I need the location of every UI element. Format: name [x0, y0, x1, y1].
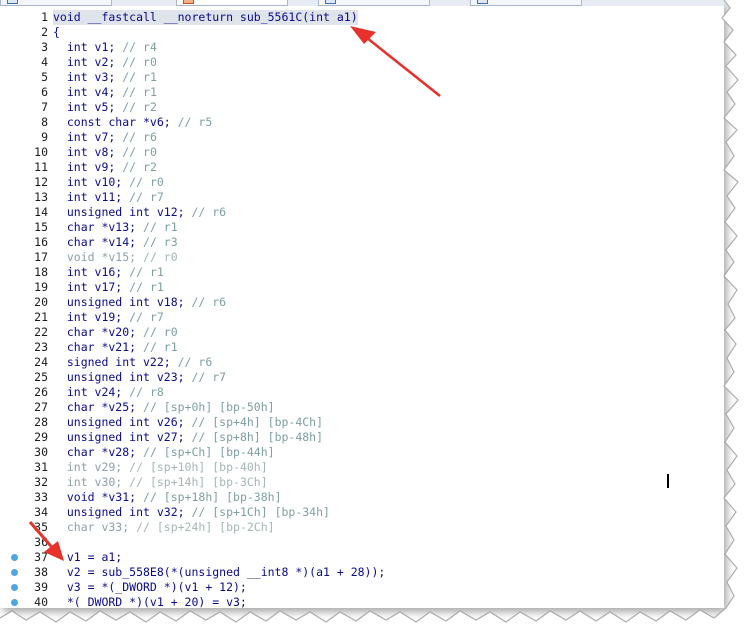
torn-edge-border — [0, 0, 746, 626]
